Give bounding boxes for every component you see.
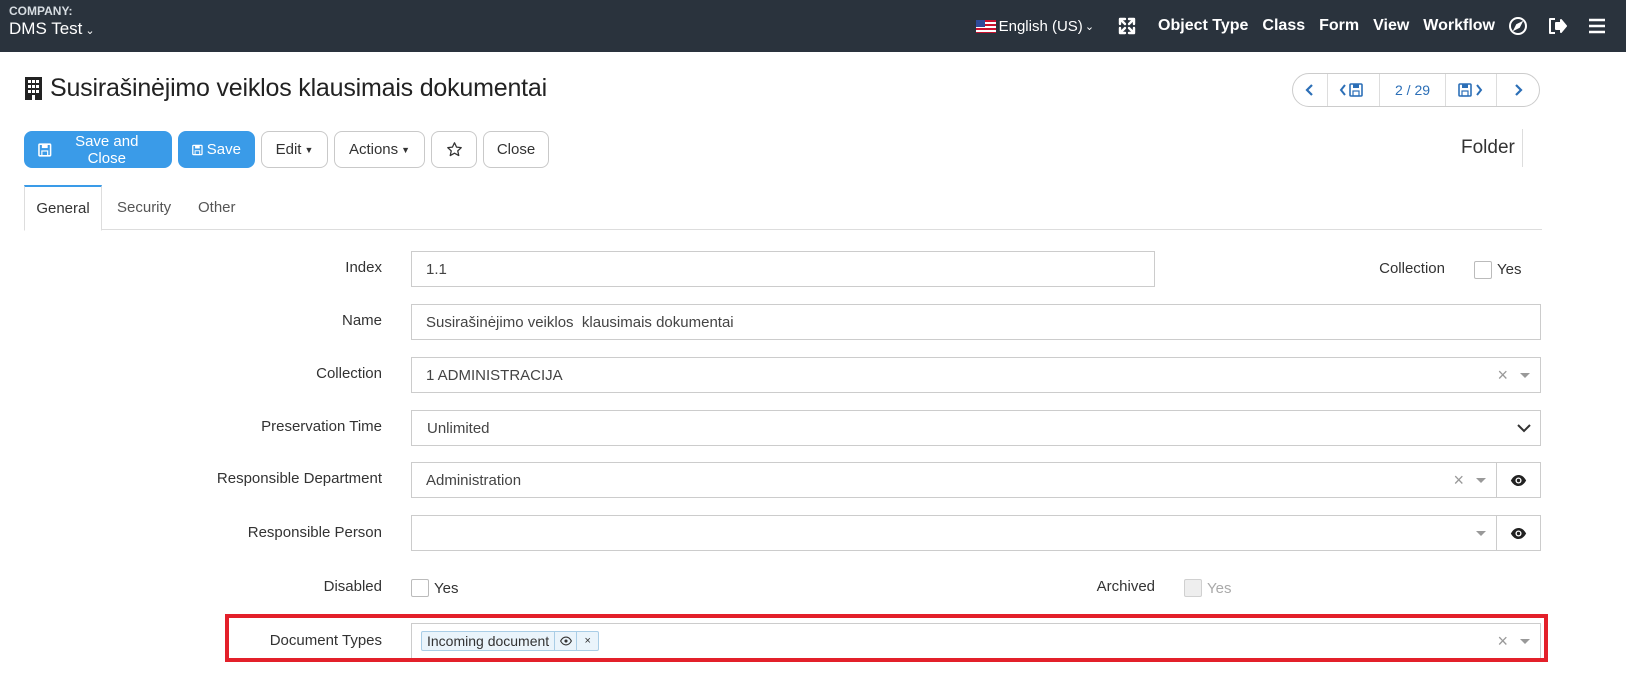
index-field[interactable]: 1.1: [411, 251, 1155, 287]
chevron-down-icon: [1517, 424, 1531, 433]
collection-flag-option: Yes: [1497, 261, 1522, 278]
dropdown-arrow-icon[interactable]: [1476, 477, 1486, 483]
responsible-person-label: Responsible Person: [247, 524, 382, 541]
disabled-option: Yes: [434, 580, 459, 597]
nav-form[interactable]: Form: [1319, 17, 1359, 35]
actions-dropdown-button[interactable]: Actions ▼: [334, 131, 425, 168]
highlight-annotation: [225, 614, 1548, 662]
fullscreen-icon[interactable]: [1116, 15, 1138, 37]
responsible-department-label: Responsible Department: [216, 470, 382, 487]
edit-label: Edit: [275, 141, 302, 158]
archived-label: Archived: [1096, 578, 1155, 595]
collection-value: 1 ADMINISTRACIJA: [426, 366, 563, 384]
page-title: Susirašinėjimo veiklos klausimais dokume…: [24, 74, 547, 103]
eye-icon: [1510, 474, 1527, 486]
close-button[interactable]: Close: [483, 131, 549, 168]
archived-checkbox: [1184, 579, 1202, 597]
language-selector[interactable]: English (US) ⌄: [975, 17, 1095, 35]
page-title-text: Susirašinėjimo veiklos klausimais dokume…: [50, 74, 547, 102]
disabled-label: Disabled: [323, 578, 382, 595]
top-nav: English (US) ⌄ Object Type Class Form Vi…: [975, 0, 1626, 52]
tab-other[interactable]: Other: [198, 185, 236, 230]
chevron-right-icon: [1515, 84, 1523, 96]
preservation-time-value: Unlimited: [427, 419, 490, 437]
company-label: COMPANY:: [9, 4, 73, 18]
caret-down-icon: ▼: [401, 144, 411, 155]
clear-icon[interactable]: ×: [1453, 470, 1464, 491]
preservation-time-select[interactable]: Unlimited: [411, 410, 1541, 446]
record-toolbar: Save and Close Save Edit ▼ Actions ▼ Close: [24, 131, 555, 168]
prev-record-button[interactable]: [1293, 74, 1328, 106]
actions-label: Actions: [348, 141, 399, 158]
tab-security[interactable]: Security: [117, 185, 171, 230]
chevron-left-icon: [1305, 84, 1313, 96]
company-selector[interactable]: DMS Test ⌄: [9, 19, 95, 39]
save-and-close-button[interactable]: Save and Close: [24, 131, 172, 168]
company-switcher: COMPANY: DMS Test ⌄: [9, 4, 95, 39]
divider: [1522, 129, 1523, 167]
nav-class[interactable]: Class: [1262, 17, 1305, 35]
tab-general[interactable]: General: [24, 185, 102, 231]
prev-save-icon: [1339, 83, 1363, 97]
responsible-department-value: Administration: [426, 471, 522, 489]
collection-flag-label: Collection: [1379, 260, 1445, 277]
collection-select[interactable]: 1 ADMINISTRACIJA ×: [411, 357, 1541, 393]
compass-icon[interactable]: [1507, 15, 1529, 37]
collection-flag-checkbox[interactable]: [1474, 261, 1492, 279]
record-pager: 2 / 29: [1292, 73, 1540, 107]
collection-label: Collection: [316, 365, 382, 382]
pager-position: 2 / 29: [1380, 74, 1446, 106]
logout-icon[interactable]: [1546, 15, 1568, 37]
select-controls: [1476, 516, 1486, 550]
dropdown-arrow-icon[interactable]: [1476, 530, 1486, 536]
form-tabs: General Security Other: [24, 185, 1542, 231]
nav-view[interactable]: View: [1373, 17, 1409, 35]
prev-saved-record-button[interactable]: [1328, 74, 1380, 106]
next-save-icon: [1458, 83, 1483, 97]
index-value: 1.1: [426, 260, 447, 278]
nav-object-type[interactable]: Object Type: [1158, 17, 1248, 35]
dropdown-arrow-icon[interactable]: [1520, 372, 1530, 378]
name-label: Name: [341, 312, 382, 329]
top-navbar: COMPANY: DMS Test ⌄ English (US) ⌄ Object…: [0, 0, 1626, 52]
edit-dropdown-button[interactable]: Edit ▼: [261, 131, 328, 168]
hamburger-menu-icon[interactable]: [1586, 15, 1608, 37]
language-label: English (US): [998, 17, 1083, 35]
star-icon: [446, 142, 462, 157]
view-department-button[interactable]: [1496, 462, 1541, 498]
building-icon: [25, 77, 42, 100]
next-saved-record-button[interactable]: [1446, 74, 1497, 106]
name-field[interactable]: Susirašinėjimo veiklos klausimais dokume…: [411, 304, 1541, 340]
responsible-department-select[interactable]: Administration ×: [411, 462, 1497, 498]
view-person-button[interactable]: [1496, 515, 1541, 551]
select-controls: ×: [1497, 358, 1530, 392]
save-icon: [38, 142, 52, 157]
save-and-close-label: Save and Close: [75, 132, 139, 167]
preservation-time-label: Preservation Time: [261, 418, 382, 435]
clear-icon[interactable]: ×: [1497, 365, 1508, 386]
close-label: Close: [496, 141, 536, 158]
company-name: DMS Test: [9, 19, 83, 38]
responsible-person-select[interactable]: [411, 515, 1497, 551]
next-record-button[interactable]: [1497, 74, 1539, 106]
save-icon: [192, 144, 203, 155]
caret-down-icon: ▼: [304, 144, 314, 155]
disabled-checkbox[interactable]: [411, 579, 429, 597]
select-controls: ×: [1453, 463, 1486, 497]
save-label: Save: [206, 141, 241, 158]
us-flag-icon: [975, 19, 996, 33]
favorite-button[interactable]: [431, 131, 477, 168]
name-value: Susirašinėjimo veiklos klausimais dokume…: [426, 313, 734, 331]
eye-icon: [1510, 527, 1527, 539]
nav-workflow[interactable]: Workflow: [1423, 17, 1495, 35]
chevron-down-icon: ⌄: [85, 25, 95, 37]
archived-option: Yes: [1207, 580, 1232, 597]
index-label: Index: [345, 259, 382, 276]
chevron-down-icon: ⌄: [1084, 20, 1095, 33]
save-button[interactable]: Save: [178, 131, 255, 168]
object-type-label: Folder: [1461, 137, 1515, 158]
